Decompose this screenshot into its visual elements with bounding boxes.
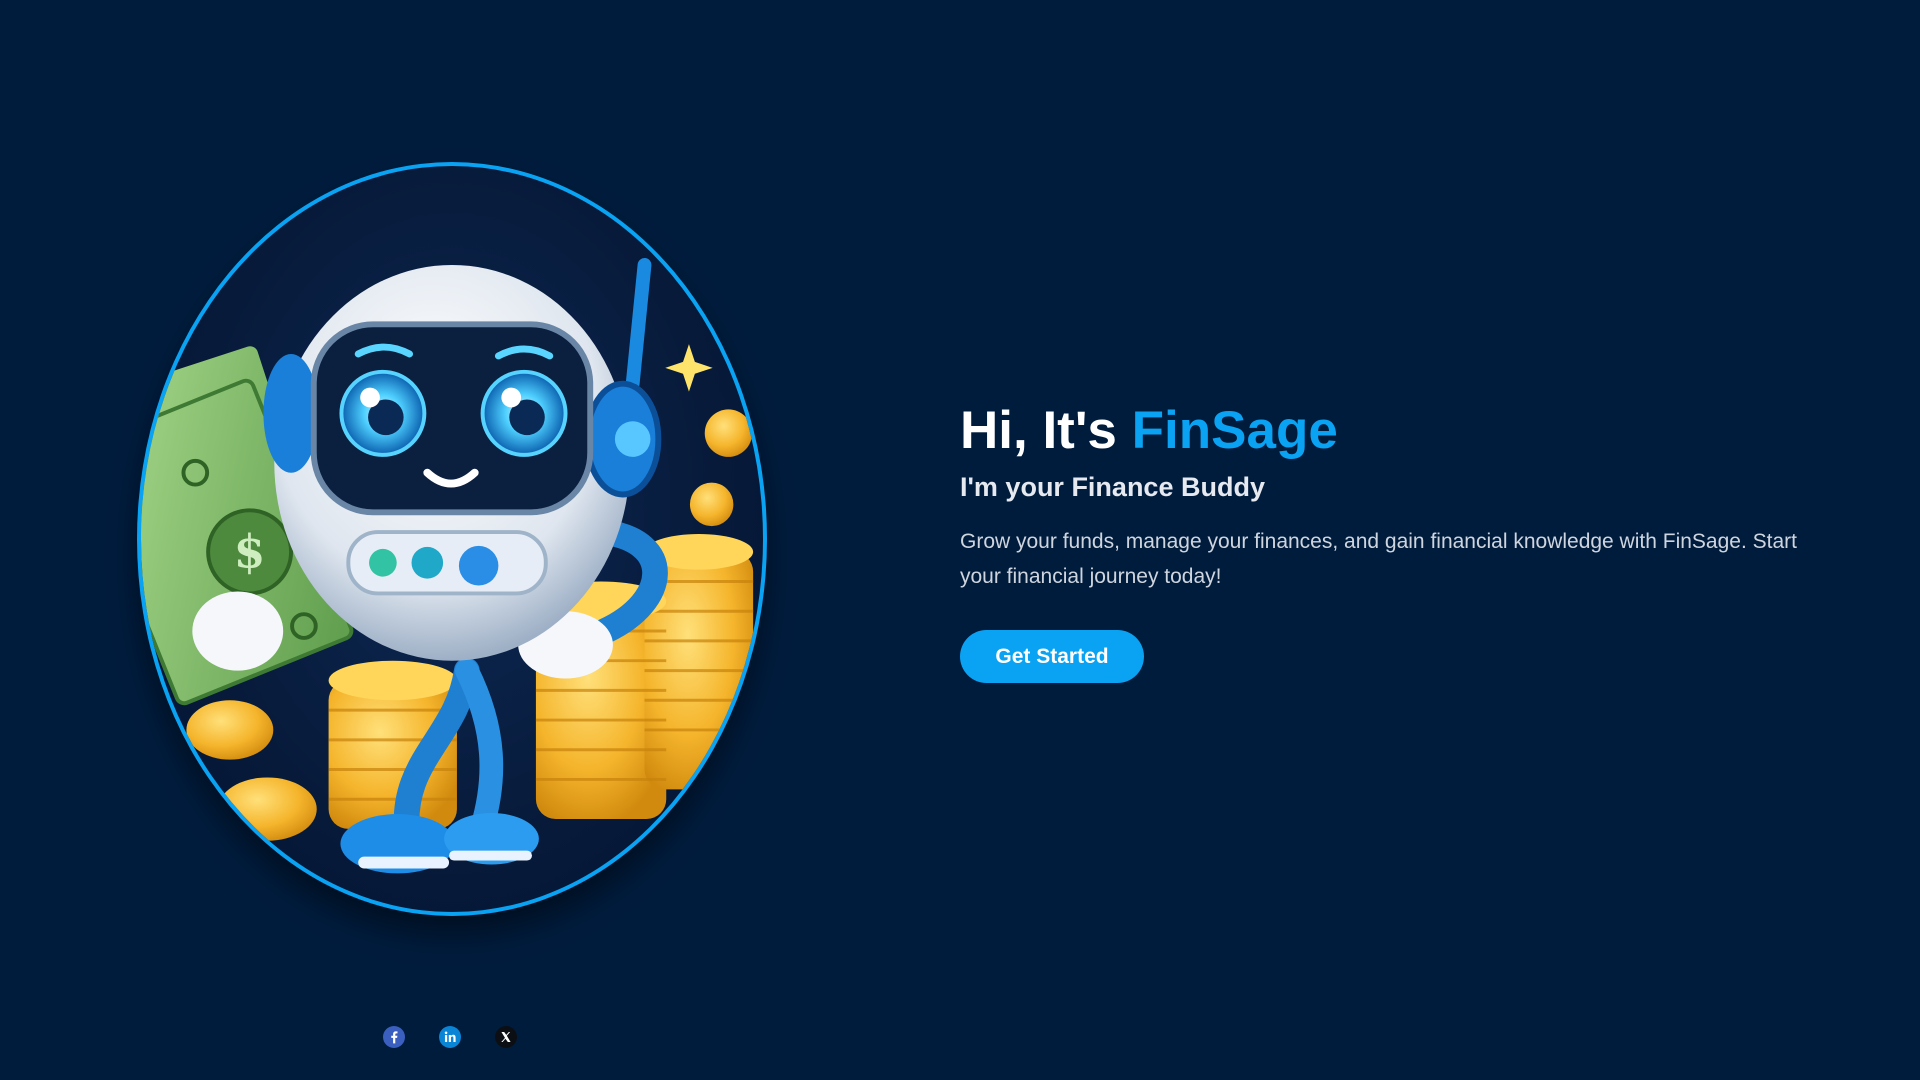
linkedin-link[interactable] (439, 1026, 461, 1048)
facebook-link[interactable] (383, 1026, 405, 1048)
landing-page: $ Hi, It's FinSage I'm your Finance Budd… (0, 0, 1920, 1080)
facebook-icon (383, 1026, 405, 1048)
hero-content: Hi, It's FinSage I'm your Finance Buddy … (960, 400, 1840, 683)
page-title: Hi, It's FinSage (960, 400, 1840, 462)
linkedin-icon (439, 1026, 461, 1048)
x-link[interactable] (495, 1026, 517, 1048)
social-links (383, 1026, 517, 1048)
description-text: Grow your funds, manage your finances, a… (960, 530, 1797, 588)
title-prefix: Hi, It's (960, 401, 1132, 460)
hero-illustration: $ (137, 162, 767, 916)
subtitle: I'm your Finance Buddy (960, 472, 1265, 502)
x-icon (495, 1026, 517, 1048)
brand-name: FinSage (1131, 401, 1338, 460)
svg-text:$: $ (234, 525, 266, 579)
robot-mascot-illustration: $ (141, 258, 754, 874)
get-started-button[interactable]: Get Started (960, 630, 1144, 683)
